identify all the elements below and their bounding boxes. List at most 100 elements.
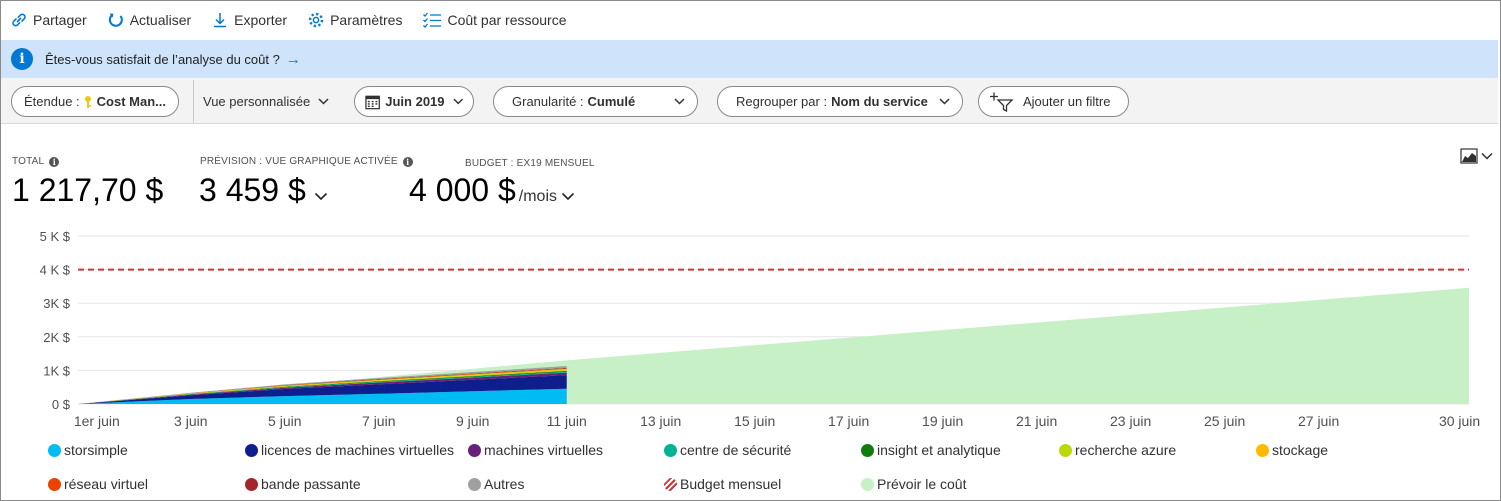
settings-button[interactable]: Paramètres [307, 11, 402, 29]
chevron-down-icon [318, 98, 329, 105]
legend-item[interactable]: Budget mensuel [664, 476, 781, 492]
group-label: Regrouper par : [736, 94, 828, 109]
budget-label: BUDGET : EX19 MENSUEL [465, 158, 595, 169]
scope-value: Cost Man... [96, 94, 166, 109]
x-tick-label: 17 juin [828, 413, 869, 429]
legend-item[interactable]: Prévoir le coût [861, 476, 966, 492]
cost-by-resource-label: Coût par ressource [447, 11, 567, 28]
legend-label: Budget mensuel [680, 476, 782, 492]
legend-swatch [468, 477, 481, 491]
key-icon [84, 95, 91, 108]
legend-swatch [468, 443, 481, 457]
scope-pill[interactable]: Étendue : Cost Man... [11, 86, 179, 117]
legend-label: insight et analytique [877, 442, 1001, 458]
x-tick-label: 15 juin [734, 413, 775, 429]
x-tick-label: 30 juin [1439, 413, 1480, 429]
x-tick-label: 19 juin [922, 413, 963, 429]
legend-swatch [861, 443, 874, 457]
cost-by-resource-button[interactable]: Coût par ressource [422, 11, 567, 29]
toolbar: Partager Actualiser Exporter Paramètres … [0, 0, 1499, 39]
budget-amount: 4 000 $ [409, 172, 516, 208]
total-label-text: TOTAL [12, 156, 45, 167]
chevron-down-icon[interactable] [561, 192, 575, 201]
chart-type-selector[interactable] [1460, 148, 1493, 164]
forecast-value: 3 459 $ [199, 172, 328, 209]
view-selector[interactable]: Vue personnalisée [203, 86, 329, 117]
x-tick-label: 3 juin [174, 413, 207, 429]
y-tick-label: 3K $ [43, 296, 71, 311]
scope-label: Étendue : [24, 94, 80, 109]
legend-item[interactable]: recherche azure [1059, 442, 1176, 458]
filter-divider [193, 80, 194, 123]
legend-label: réseau virtuel [64, 476, 149, 492]
legend-swatch [245, 477, 258, 491]
legend-label: Autres [484, 476, 525, 492]
legend-item[interactable]: stockage [1256, 442, 1328, 458]
x-tick-label: 23 juin [1110, 413, 1151, 429]
link-icon [12, 13, 26, 26]
legend-item[interactable]: machines virtuelles [468, 442, 603, 458]
download-icon [214, 12, 227, 27]
cost-area-chart: 0 $ 1K $ 2K $ 3K $ 4 K $ 5 K $ 1er juin 3 juin 5… [40, 229, 1481, 429]
chevron-down-icon [939, 98, 950, 105]
chevron-down-icon [674, 98, 685, 105]
add-filter-button[interactable]: Ajouter un filtre [978, 86, 1129, 117]
export-button[interactable]: Exporter [211, 11, 287, 29]
group-value: Nom du service [831, 94, 928, 109]
x-tick-label: 13 juin [640, 413, 681, 429]
legend-label: centre de sécurité [680, 442, 792, 458]
legend-item[interactable]: réseau virtuel [48, 476, 148, 492]
share-label: Partager [33, 11, 87, 28]
budget-unit: /mois [518, 188, 557, 205]
legend-item[interactable]: Autres [468, 476, 524, 492]
add-filter-icon [990, 92, 1014, 112]
total-label: TOTAL i [12, 156, 60, 167]
legend-label: stockage [1272, 442, 1329, 458]
legend-item[interactable]: storsimple [48, 442, 128, 458]
legend-item[interactable]: bande passante [245, 476, 361, 492]
x-tick-label: 27 juin [1298, 413, 1339, 429]
legend-swatch [48, 477, 61, 491]
x-tick-label: 21 juin [1016, 413, 1057, 429]
date-picker[interactable]: Juin 2019 [354, 86, 474, 117]
info-icon: i [11, 48, 33, 70]
legend-label: licences de machines virtuelles [261, 442, 454, 458]
budget-label-text: BUDGET : EX19 MENSUEL [465, 158, 595, 169]
date-value: Juin 2019 [385, 94, 445, 109]
share-button[interactable]: Partager [10, 11, 87, 29]
x-tick-label: 9 juin [456, 413, 489, 429]
legend-swatch [664, 443, 677, 457]
chevron-down-icon[interactable] [314, 192, 328, 201]
legend-label: recherche azure [1075, 442, 1177, 458]
total-amount: 1 217,70 $ [12, 172, 164, 208]
feedback-banner: i Êtes-vous satisfait de l’analyse du co… [1, 40, 1498, 78]
settings-label: Paramètres [330, 11, 403, 28]
x-tick-label: 5 juin [268, 413, 301, 429]
legend-label: storsimple [64, 442, 128, 458]
forecast-label: PRÉVISION : VUE GRAPHIQUE ACTIVÉE i [200, 156, 413, 167]
granularity-value: Cumulé [587, 94, 636, 109]
refresh-button[interactable]: Actualiser [107, 11, 191, 29]
y-tick-label: 2K $ [43, 330, 71, 345]
granularity-dropdown[interactable]: Granularité : Cumulé [493, 86, 698, 117]
y-tick-label: 0 $ [52, 397, 71, 412]
legend-label: bande passante [261, 476, 361, 492]
area-chart-icon [1460, 148, 1478, 164]
arrow-right-icon[interactable]: → [286, 51, 301, 68]
y-tick-label: 5 K $ [40, 229, 71, 244]
chevron-down-icon [1481, 152, 1493, 160]
legend-swatch [664, 477, 677, 491]
legend-item[interactable]: insight et analytique [861, 442, 1001, 458]
forecast-label-text: PRÉVISION : VUE GRAPHIQUE ACTIVÉE [200, 156, 398, 167]
legend-item[interactable]: centre de sécurité [664, 442, 791, 458]
legend-label: machines virtuelles [484, 442, 604, 458]
checklist-icon [423, 12, 442, 28]
filter-bar: Étendue : Cost Man... Vue personnalisée … [1, 78, 1498, 124]
group-by-dropdown[interactable]: Regrouper par : Nom du service [717, 86, 963, 117]
x-tick-label: 25 juin [1204, 413, 1245, 429]
gear-icon [308, 12, 324, 27]
info-icon[interactable]: i [402, 156, 413, 167]
y-tick-label: 4 K $ [40, 263, 71, 278]
legend-item[interactable]: licences de machines virtuelles [245, 442, 454, 458]
info-icon[interactable]: i [49, 156, 60, 167]
